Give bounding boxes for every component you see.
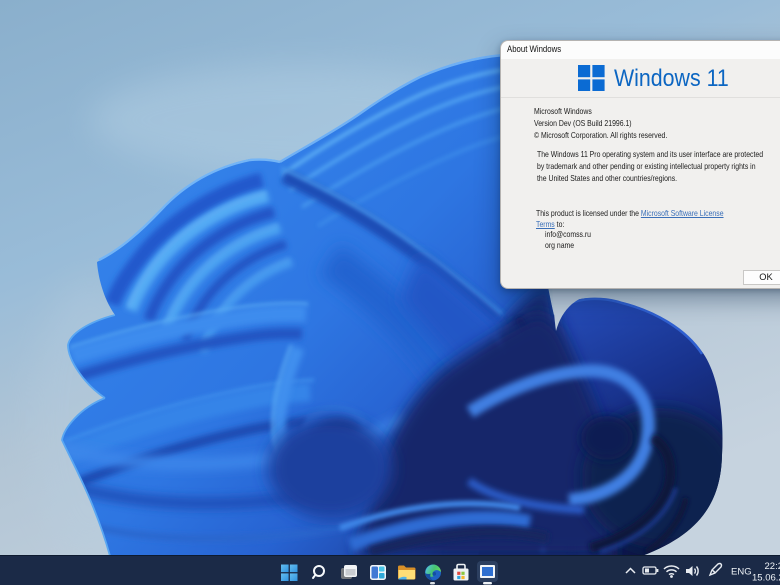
svg-text:ENG: ENG bbox=[731, 567, 752, 578]
svg-text:22:26: 22:26 bbox=[765, 561, 780, 572]
svg-text:15.06.2021: 15.06.2021 bbox=[752, 572, 780, 583]
